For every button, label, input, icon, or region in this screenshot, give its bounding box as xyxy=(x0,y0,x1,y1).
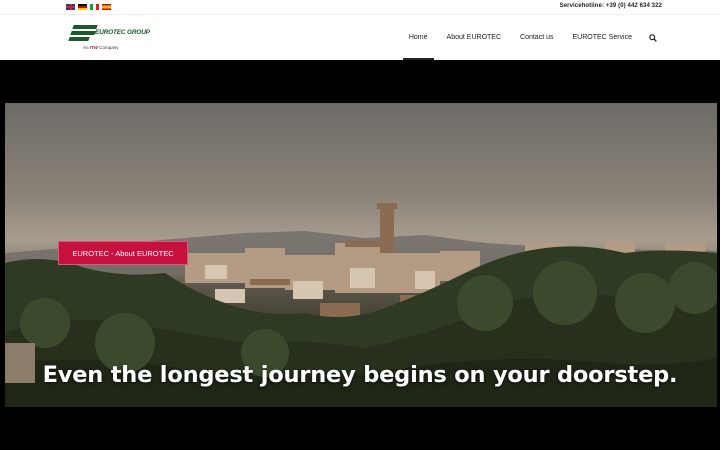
nav-contact-us[interactable]: Contact us xyxy=(517,15,556,60)
nav-home[interactable]: Home xyxy=(402,15,434,60)
germany-flag-icon[interactable] xyxy=(78,4,87,10)
logo-stripes-icon xyxy=(67,25,98,43)
hero-headline: Even the longest journey begins on your … xyxy=(42,362,678,388)
nav-about-eurotec[interactable]: About EUROTEC xyxy=(444,15,504,60)
italy-flag-icon[interactable] xyxy=(90,4,99,10)
about-eurotec-button[interactable]: EUROTEC - About EUROTEC xyxy=(58,241,188,265)
main-nav: Home About EUROTEC Contact us EUROTEC Se… xyxy=(402,15,658,60)
site-header: EUROTEC GROUP An ITW Company Home About … xyxy=(0,15,720,60)
language-switcher xyxy=(66,4,111,10)
logo-wordmark: EUROTEC GROUP xyxy=(95,29,150,36)
search-icon[interactable] xyxy=(648,33,658,43)
eurotec-logo[interactable]: EUROTEC GROUP An ITW Company xyxy=(67,23,150,53)
nav-eurotec-service[interactable]: EUROTEC Service xyxy=(569,15,635,60)
spain-flag-icon[interactable] xyxy=(102,4,111,10)
top-bar: Servicehotline: +39 (0) 442 634 322 xyxy=(0,0,720,15)
logo-tagline: An ITW Company xyxy=(83,45,119,50)
uk-flag-icon[interactable] xyxy=(66,4,75,10)
service-hotline: Servicehotline: +39 (0) 442 634 322 xyxy=(559,3,662,9)
